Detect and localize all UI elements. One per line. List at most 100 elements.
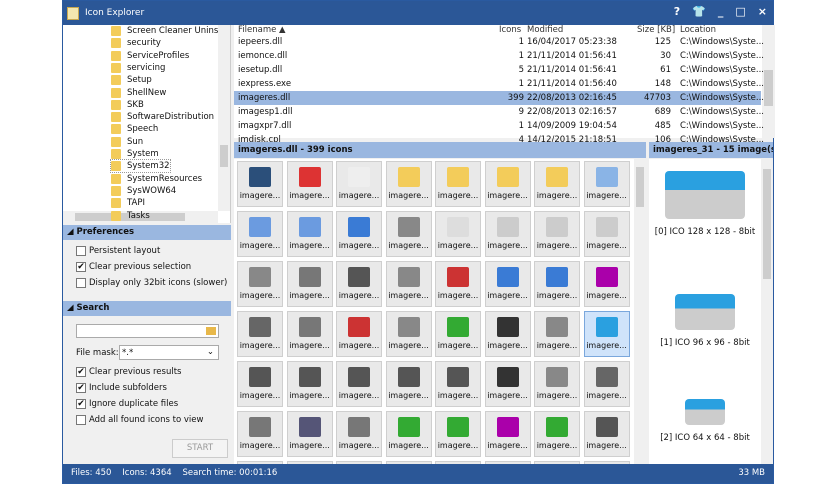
icon-cell[interactable]: imagere...	[385, 261, 432, 307]
file-mask-select[interactable]: *.* ⌄	[119, 345, 219, 360]
icon-cell[interactable]: imagere...	[336, 211, 382, 257]
icon-cell[interactable]: imagere...	[484, 211, 531, 257]
checkbox[interactable]	[76, 278, 86, 288]
grid-scrollbar[interactable]	[634, 159, 646, 466]
tree-item[interactable]: ServiceProfiles	[111, 50, 189, 62]
icon-cell[interactable]: imagere...	[534, 411, 580, 457]
checkbox-option[interactable]: Persistent layout	[76, 246, 160, 256]
icon-cell[interactable]: imagere...	[286, 311, 333, 357]
icon-cell[interactable]: imagere...	[484, 411, 531, 457]
icon-cell[interactable]: imagere...	[237, 261, 283, 307]
tree-vscrollbar[interactable]	[218, 25, 230, 211]
file-row[interactable]: iexpress.exe 1 21/11/2014 01:56:40 148 C:\Wi…	[234, 77, 764, 91]
close-button[interactable]: ×	[758, 5, 767, 18]
icon-cell[interactable]: imagere...	[237, 311, 283, 357]
tree-item[interactable]: SysWOW64	[111, 185, 176, 197]
maximize-button[interactable]: □	[735, 5, 745, 18]
icon-cell[interactable]: imagere...	[286, 161, 333, 207]
folder-tree[interactable]: Screen Cleaner Unins security ServiceProfi…	[63, 25, 231, 223]
preview-item[interactable]: [0] ICO 128 x 128 - 8bit	[649, 171, 761, 237]
icon-cell[interactable]: imagere...	[286, 411, 333, 457]
tree-item[interactable]: ShellNew	[111, 87, 166, 99]
preview-scrollbar[interactable]	[761, 159, 773, 466]
file-list[interactable]: Filename ▲ Icons Modified Size [KB] Loca…	[234, 25, 775, 145]
tree-item[interactable]: security	[111, 37, 161, 49]
preferences-header[interactable]: ◢ Preferences	[63, 225, 231, 240]
icon-cell[interactable]: imagere...	[534, 361, 580, 407]
icon-cell[interactable]: imagere...	[286, 261, 333, 307]
search-path-input[interactable]	[76, 324, 219, 338]
tree-item[interactable]: SystemResources	[111, 173, 202, 185]
skin-icon[interactable]: 👕	[692, 5, 706, 18]
tree-item[interactable]: System	[111, 148, 159, 160]
icon-cell[interactable]: imagere...	[484, 161, 531, 207]
icon-cell[interactable]: imagere...	[286, 361, 333, 407]
file-row[interactable]: iemonce.dll 1 21/11/2014 01:56:41 30 C:\Wind…	[234, 49, 764, 63]
checkbox[interactable]: ✔	[76, 399, 86, 409]
icon-cell[interactable]: imagere...	[336, 361, 382, 407]
checkbox-option[interactable]: ✔ Clear previous results	[76, 367, 181, 377]
preview-item[interactable]: [1] ICO 96 x 96 - 8bit	[649, 294, 761, 348]
tree-item[interactable]: Sun	[111, 136, 143, 148]
checkbox[interactable]: ✔	[76, 262, 86, 272]
icon-cell[interactable]: imagere...	[534, 161, 580, 207]
icon-cell[interactable]: imagere...	[385, 311, 432, 357]
icon-cell[interactable]: imagere...	[336, 311, 382, 357]
icon-cell[interactable]: imagere...	[435, 161, 481, 207]
icon-cell[interactable]: imagere...	[583, 211, 630, 257]
start-button[interactable]: START	[172, 439, 228, 458]
tree-item[interactable]: System32	[110, 159, 171, 174]
icon-cell[interactable]: imagere...	[435, 211, 481, 257]
icon-cell[interactable]: imagere...	[435, 311, 481, 357]
tree-item[interactable]: TAPI	[111, 197, 145, 209]
tree-item[interactable]: SKB	[111, 99, 144, 111]
help-button[interactable]: ?	[674, 5, 680, 18]
file-row[interactable]: iepeers.dll 1 16/04/2017 05:23:38 125 C:\Win…	[234, 35, 764, 49]
file-row[interactable]: imagesp1.dll 9 22/08/2013 02:16:57 689 C:\Wi…	[234, 105, 764, 119]
icon-grid[interactable]: imagere... imagere... imagere... imagere...…	[234, 159, 646, 466]
icon-cell[interactable]: imagere...	[237, 161, 283, 207]
tree-item[interactable]: Speech	[111, 123, 158, 135]
icon-cell[interactable]: imagere...	[385, 411, 432, 457]
tree-item[interactable]: Tasks	[111, 210, 150, 222]
checkbox[interactable]	[76, 246, 86, 256]
icon-cell[interactable]: imagere...	[435, 261, 481, 307]
minimize-button[interactable]: _	[718, 5, 724, 18]
icon-cell[interactable]: imagere...	[385, 361, 432, 407]
icon-cell[interactable]: imagere...	[583, 361, 630, 407]
icon-cell[interactable]: imagere...	[336, 261, 382, 307]
icon-cell[interactable]: imagere...	[583, 261, 630, 307]
file-row[interactable]: imagxpr7.dll 1 14/09/2009 19:04:54 485 C:\Wi…	[234, 119, 764, 133]
file-row[interactable]: iesetup.dll 5 21/11/2014 01:56:41 61 C:\Wind…	[234, 63, 764, 77]
checkbox-option[interactable]: Display only 32bit icons (slower)	[76, 278, 227, 288]
checkbox[interactable]: ✔	[76, 383, 86, 393]
icon-cell[interactable]: imagere...	[484, 261, 531, 307]
icon-cell[interactable]: imagere...	[534, 311, 580, 357]
icon-cell[interactable]: imagere...	[534, 211, 580, 257]
icon-cell[interactable]: imagere...	[237, 361, 283, 407]
icon-cell[interactable]: imagere...	[237, 211, 283, 257]
tree-item[interactable]: Screen Cleaner Unins	[111, 25, 218, 37]
icon-cell[interactable]: imagere...	[484, 311, 531, 357]
icon-cell[interactable]: imagere...	[435, 411, 481, 457]
tree-item[interactable]: SoftwareDistribution	[111, 111, 214, 123]
folder-browse-icon[interactable]	[206, 327, 216, 335]
icon-cell[interactable]: imagere...	[385, 161, 432, 207]
icon-cell[interactable]: imagere...	[583, 161, 630, 207]
checkbox[interactable]	[76, 415, 86, 425]
checkbox-option[interactable]: ✔ Ignore duplicate files	[76, 399, 178, 409]
checkbox[interactable]: ✔	[76, 367, 86, 377]
checkbox-option[interactable]: ✔ Include subfolders	[76, 383, 167, 393]
icon-cell[interactable]: imagere...	[336, 411, 382, 457]
icon-cell[interactable]: imagere...	[534, 261, 580, 307]
preview-item[interactable]: [2] ICO 64 x 64 - 8bit	[649, 399, 761, 443]
tree-item[interactable]: servicing	[111, 62, 165, 74]
icon-cell[interactable]: imagere...	[286, 211, 333, 257]
icon-cell[interactable]: imagere...	[237, 411, 283, 457]
icon-cell[interactable]: imagere...	[336, 161, 382, 207]
search-header[interactable]: ◢ Search	[63, 301, 231, 316]
tree-item[interactable]: Setup	[111, 74, 152, 86]
icon-cell[interactable]: imagere...	[484, 361, 531, 407]
icon-cell[interactable]: imagere...	[435, 361, 481, 407]
icon-cell[interactable]: imagere...	[583, 411, 630, 457]
